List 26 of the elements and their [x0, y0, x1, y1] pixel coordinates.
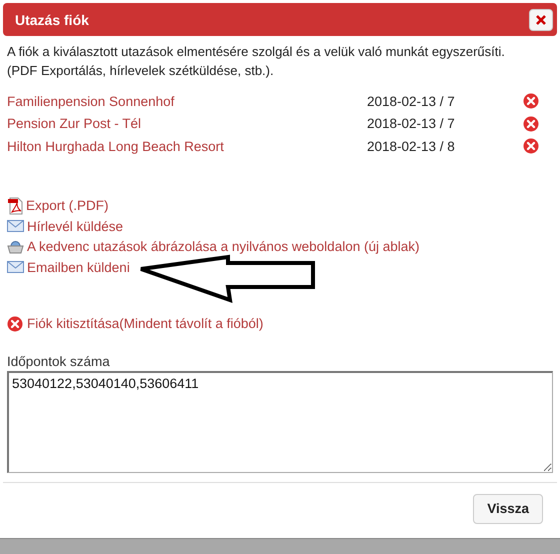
action-link[interactable]: Export (.PDF) [26, 198, 109, 214]
envelope-icon [7, 261, 24, 274]
action-link[interactable]: A kedvenc utazások ábrázolása a nyilvános weboldalon (új ablak) [27, 239, 420, 254]
trip-link[interactable]: Hilton Hurghada Long Beach Resort [7, 138, 367, 154]
trip-date: 2018-02-13 / 7 [367, 116, 456, 132]
back-button[interactable]: Vissza [473, 494, 543, 524]
trip-link[interactable]: Pension Zur Post - Tél [7, 116, 367, 132]
ids-field[interactable]: 53040122,53040140,53606411 [7, 370, 553, 472]
trip-date: 2018-02-13 / 7 [367, 94, 456, 109]
action-link[interactable]: Emailben küldeni [27, 260, 130, 275]
remove-icon[interactable] [523, 116, 539, 132]
remove-icon[interactable] [523, 138, 539, 154]
pdf-document-icon [7, 196, 23, 215]
close-button[interactable] [529, 8, 553, 30]
basket-icon [7, 240, 24, 254]
remove-icon[interactable] [523, 93, 539, 110]
action-link[interactable]: Hírlevél küldése [27, 218, 124, 234]
close-icon [535, 14, 547, 26]
dialog-title: Utazás fiók [15, 12, 89, 28]
clear-icon[interactable] [7, 316, 23, 332]
trip-date: 2018-02-13 / 8 [367, 138, 456, 154]
field-label: Időpontok száma [7, 354, 111, 368]
description-text: A fiók a kiválasztott utazások elmentésére szolgál és a velük való munkát egyszerűsíti. (PDF Exportálás, hírlevelek szétküldése, stb.). [7, 43, 506, 80]
clear-link[interactable]: Fiók kitisztítása(Mindent távolít a fióból) [27, 316, 264, 331]
trip-link[interactable]: Familienpension Sonnenhof [7, 94, 367, 109]
envelope-icon [7, 220, 24, 232]
